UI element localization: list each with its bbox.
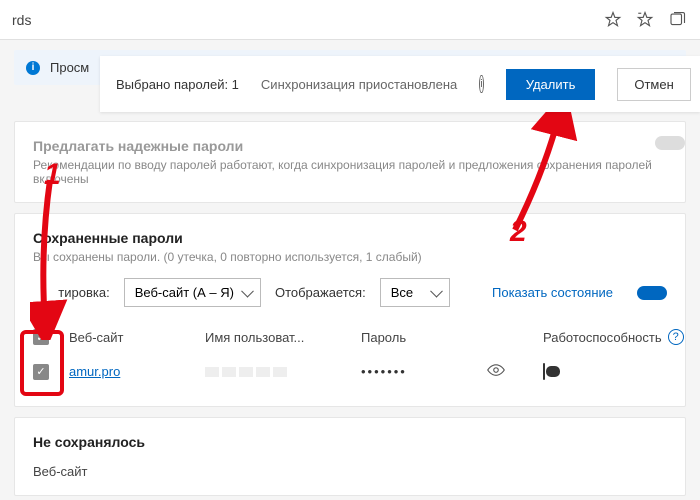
star-add-icon[interactable] [602,9,624,31]
select-all-checkbox[interactable]: ✓ [33,329,49,345]
suggest-title: Предлагать надежные пароли [33,138,667,154]
sort-select[interactable]: Веб-сайт (А – Я) [124,278,261,307]
username-masked [205,367,355,377]
address-bar: rds [0,0,700,40]
suggest-passwords-card: Предлагать надежные пароли Рекомендации … [14,121,686,203]
health-indicator [543,363,545,380]
info-circle-icon[interactable]: i [479,75,483,93]
help-icon[interactable]: ? [668,329,684,345]
show-status-link[interactable]: Показать состояние [492,285,613,300]
site-link[interactable]: amur.pro [69,364,199,379]
suggest-toggle[interactable] [655,136,685,150]
collections-icon[interactable] [666,9,688,31]
col-pass: Пароль [361,330,481,345]
never-col-site: Веб-сайт [33,464,667,479]
saved-summary: Вы сохранены пароли. (0 утечка, 0 повтор… [33,250,667,264]
col-user: Имя пользоват... [205,330,355,345]
url-fragment[interactable]: rds [12,12,592,28]
sort-label: тировка: [33,285,110,300]
suggest-sub: Рекомендации по вводу паролей работают, … [33,158,667,186]
filter-row: тировка: Веб-сайт (А – Я) Отображается: … [33,278,667,307]
sync-status: Синхронизация приостановлена [261,77,457,92]
row-checkbox[interactable]: ✓ [33,364,49,380]
saved-title: Сохраненные пароли [33,230,667,246]
show-label: Отображается: [275,285,366,300]
col-site: Веб-сайт [69,330,199,345]
never-title: Не сохранялось [33,434,667,450]
status-toggle[interactable] [637,286,667,300]
info-icon: i [26,61,40,75]
never-saved-card: Не сохранялось Веб-сайт [14,417,686,496]
delete-button[interactable]: Удалить [506,69,596,100]
reveal-password-icon[interactable] [487,361,537,382]
cancel-button[interactable]: Отмен [617,68,690,101]
table-header: ✓ Веб-сайт Имя пользоват... Пароль Работ… [33,321,667,353]
show-select[interactable]: Все [380,278,450,307]
selected-count: Выбрано паролей: 1 [116,77,239,92]
table-row: ✓ amur.pro ••••••• [33,353,667,390]
selection-action-bar: Выбрано паролей: 1 Синхронизация приоста… [100,56,700,112]
info-text: Просм [50,60,89,75]
passwords-table: ✓ Веб-сайт Имя пользоват... Пароль Работ… [33,321,667,390]
saved-passwords-card: Сохраненные пароли Вы сохранены пароли. … [14,213,686,407]
favorites-icon[interactable] [634,9,656,31]
col-health: Работоспособность [543,330,662,345]
password-masked: ••••••• [361,364,481,379]
